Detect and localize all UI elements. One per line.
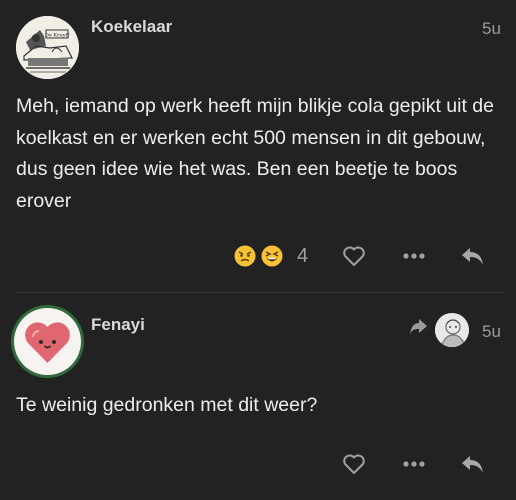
post-text: Te weinig gedronken met dit weer? [16,394,318,416]
reply-arrow-icon[interactable] [408,315,430,337]
post-1: De Kruyff Koekelaar 5u Meh, iemand op we… [0,0,516,292]
more-icon[interactable] [399,241,429,271]
angry-face-icon[interactable] [234,245,256,267]
post-age[interactable]: 5u [482,322,501,342]
username[interactable]: Koekelaar [91,17,172,37]
heart-face-avatar-icon [11,305,84,378]
post-2: Fenayi 5u Te weinig gedronken met dit we… [0,293,516,500]
more-icon[interactable] [399,449,429,479]
post-actions [339,449,502,479]
reply-to-avatar[interactable] [435,313,469,347]
reply-icon[interactable] [458,449,488,479]
avatar[interactable] [11,305,84,378]
reaction-count[interactable]: 4 [297,245,308,268]
laughing-face-icon[interactable] [261,245,283,267]
like-icon[interactable] [339,449,369,479]
username[interactable]: Fenayi [91,315,145,335]
sketch-portrait-icon [435,313,469,347]
post-text: Meh, iemand op werk heeft mijn blikje co… [16,95,494,212]
post-age[interactable]: 5u [482,19,501,39]
sketch-logo-avatar-icon: De Kruyff [16,16,79,79]
post-actions: 4 [232,241,502,271]
like-icon[interactable] [339,241,369,271]
avatar[interactable]: De Kruyff [16,16,79,79]
svg-text:De Kruyff: De Kruyff [45,33,70,39]
reply-icon[interactable] [458,241,488,271]
